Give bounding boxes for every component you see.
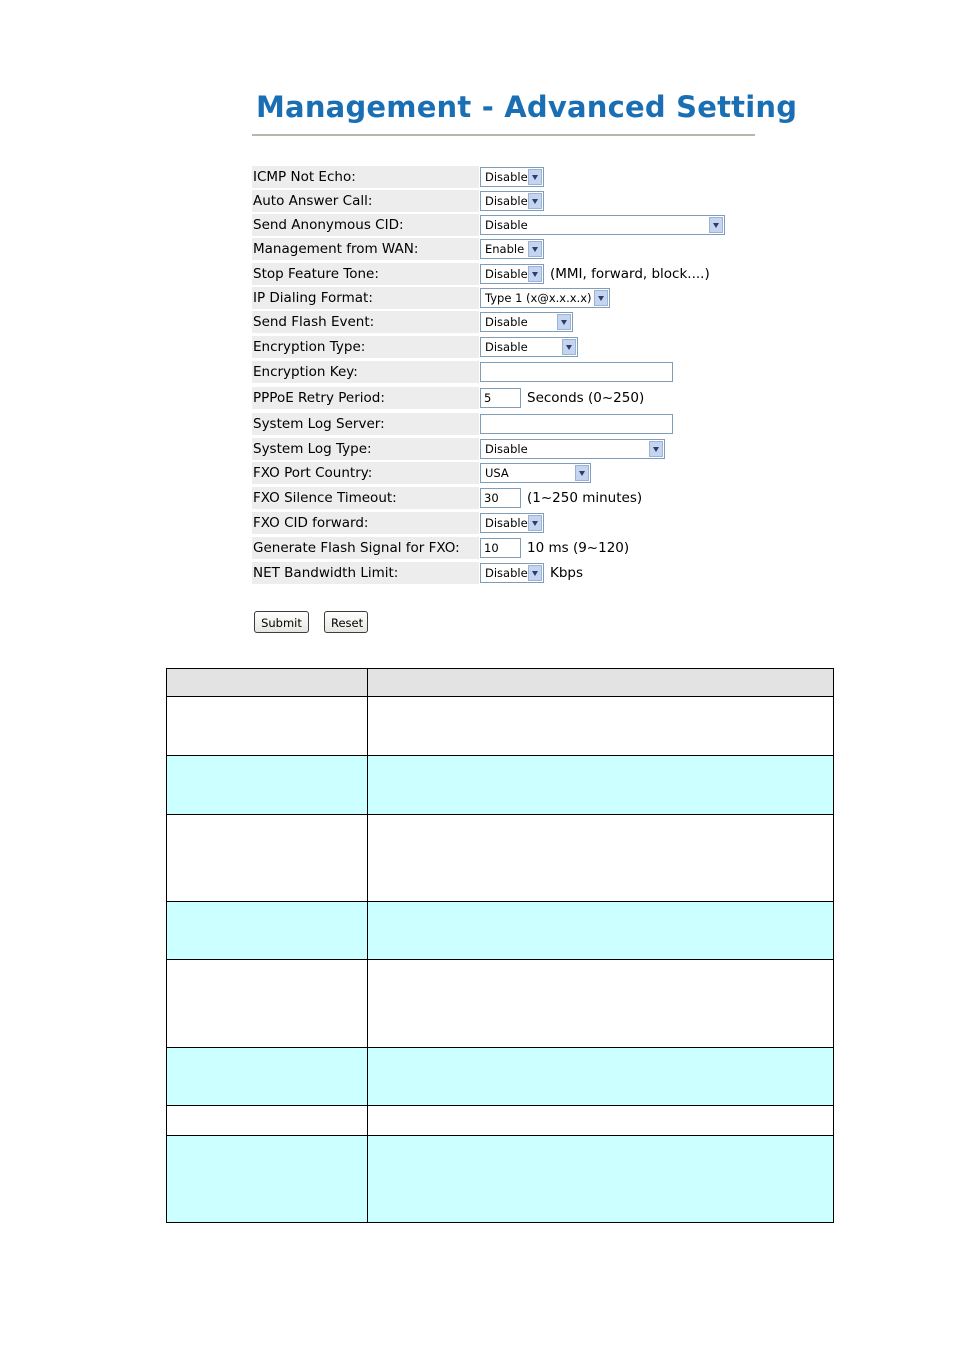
encryption-type-row: Encryption Type: Disable	[252, 336, 732, 358]
net-bandwidth-limit-row: NET Bandwidth Limit: Disable Kbps	[252, 562, 732, 584]
send-flash-event-row: Send Flash Event: Disable	[252, 311, 732, 333]
auto-answer-call-select[interactable]: Disable	[480, 191, 544, 211]
management-from-wan-label: Management from WAN:	[252, 238, 479, 260]
stop-feature-tone-row: Stop Feature Tone: Disable (MMI, forward,…	[252, 263, 732, 285]
fxo-port-country-row: FXO Port Country: USA	[252, 462, 732, 484]
auto-answer-call-label: Auto Answer Call:	[252, 190, 479, 212]
table-row	[166, 755, 834, 815]
encryption-key-row: Encryption Key:	[252, 361, 732, 383]
system-log-type-label: System Log Type:	[252, 438, 479, 460]
encryption-type-select[interactable]: Disable	[480, 337, 578, 357]
page-title: Management - Advanced Setting	[256, 90, 798, 124]
chevron-down-icon	[528, 241, 542, 257]
chevron-down-icon	[557, 314, 571, 330]
fxo-silence-timeout-input[interactable]: 30	[480, 488, 521, 508]
pppoe-retry-period-unit: Seconds (0~250)	[527, 390, 645, 406]
chevron-down-icon	[528, 266, 542, 282]
title-divider	[252, 134, 755, 136]
pppoe-retry-period-input[interactable]: 5	[480, 388, 521, 408]
net-bandwidth-limit-label: NET Bandwidth Limit:	[252, 562, 479, 584]
table-header-row	[166, 668, 834, 697]
chevron-down-icon	[649, 441, 663, 457]
ip-dialing-format-row: IP Dialing Format: Type 1 (x@x.x.x.x)	[252, 287, 732, 309]
submit-button[interactable]: Submit	[254, 611, 309, 633]
table-row	[166, 696, 834, 756]
send-anonymous-cid-row: Send Anonymous CID: Disable	[252, 214, 732, 236]
table-row	[166, 1105, 834, 1136]
chevron-down-icon	[528, 169, 542, 185]
chevron-down-icon	[562, 339, 576, 355]
system-log-server-input[interactable]	[480, 414, 673, 434]
net-bandwidth-limit-select[interactable]: Disable	[480, 563, 544, 583]
chevron-down-icon	[528, 515, 542, 531]
table-row	[166, 1135, 834, 1223]
stop-feature-tone-hint: (MMI, forward, block....)	[550, 266, 710, 282]
table-row	[166, 959, 834, 1048]
reset-button[interactable]: Reset	[324, 611, 368, 633]
icmp-not-echo-row: ICMP Not Echo: Disable	[252, 166, 732, 188]
system-log-type-select[interactable]: Disable	[480, 439, 665, 459]
fxo-port-country-select[interactable]: USA	[480, 463, 591, 483]
management-from-wan-select[interactable]: Enable	[480, 239, 544, 259]
fxo-silence-timeout-unit: (1~250 minutes)	[527, 490, 643, 506]
system-log-server-row: System Log Server:	[252, 413, 732, 435]
fxo-port-country-label: FXO Port Country:	[252, 462, 479, 484]
fxo-cid-forward-label: FXO CID forward:	[252, 512, 479, 534]
system-log-server-label: System Log Server:	[252, 413, 479, 435]
send-flash-event-label: Send Flash Event:	[252, 311, 479, 333]
stop-feature-tone-select[interactable]: Disable	[480, 264, 544, 284]
chevron-down-icon	[594, 290, 608, 306]
send-anonymous-cid-select[interactable]: Disable	[480, 215, 725, 235]
ip-dialing-format-label: IP Dialing Format:	[252, 287, 479, 309]
chevron-down-icon	[528, 193, 542, 209]
table-row	[166, 901, 834, 960]
auto-answer-call-row: Auto Answer Call: Disable	[252, 190, 732, 212]
description-table	[166, 668, 834, 1223]
management-from-wan-row: Management from WAN: Enable	[252, 238, 732, 260]
chevron-down-icon	[709, 217, 723, 233]
table-row	[166, 1047, 834, 1106]
icmp-not-echo-label: ICMP Not Echo:	[252, 166, 479, 188]
generate-flash-signal-label: Generate Flash Signal for FXO:	[252, 537, 479, 559]
pppoe-retry-period-label: PPPoE Retry Period:	[252, 387, 479, 409]
generate-flash-signal-row: Generate Flash Signal for FXO: 10 10 ms (…	[252, 537, 732, 559]
stop-feature-tone-label: Stop Feature Tone:	[252, 263, 479, 285]
send-flash-event-select[interactable]: Disable	[480, 312, 573, 332]
table-row	[166, 814, 834, 902]
chevron-down-icon	[575, 465, 589, 481]
chevron-down-icon	[528, 565, 542, 581]
generate-flash-signal-input[interactable]: 10	[480, 538, 521, 558]
fxo-silence-timeout-row: FXO Silence Timeout: 30 (1~250 minutes)	[252, 487, 732, 509]
icmp-not-echo-select[interactable]: Disable	[480, 167, 544, 187]
pppoe-retry-period-row: PPPoE Retry Period: 5 Seconds (0~250)	[252, 387, 732, 409]
generate-flash-signal-unit: 10 ms (9~120)	[527, 540, 630, 556]
system-log-type-row: System Log Type: Disable	[252, 438, 732, 460]
encryption-type-label: Encryption Type:	[252, 336, 479, 358]
ip-dialing-format-select[interactable]: Type 1 (x@x.x.x.x)	[480, 288, 610, 308]
net-bandwidth-limit-unit: Kbps	[550, 565, 584, 581]
encryption-key-input[interactable]	[480, 362, 673, 382]
fxo-silence-timeout-label: FXO Silence Timeout:	[252, 487, 479, 509]
fxo-cid-forward-row: FXO CID forward: Disable	[252, 512, 732, 534]
send-anonymous-cid-label: Send Anonymous CID:	[252, 214, 479, 236]
encryption-key-label: Encryption Key:	[252, 361, 479, 383]
fxo-cid-forward-select[interactable]: Disable	[480, 513, 544, 533]
